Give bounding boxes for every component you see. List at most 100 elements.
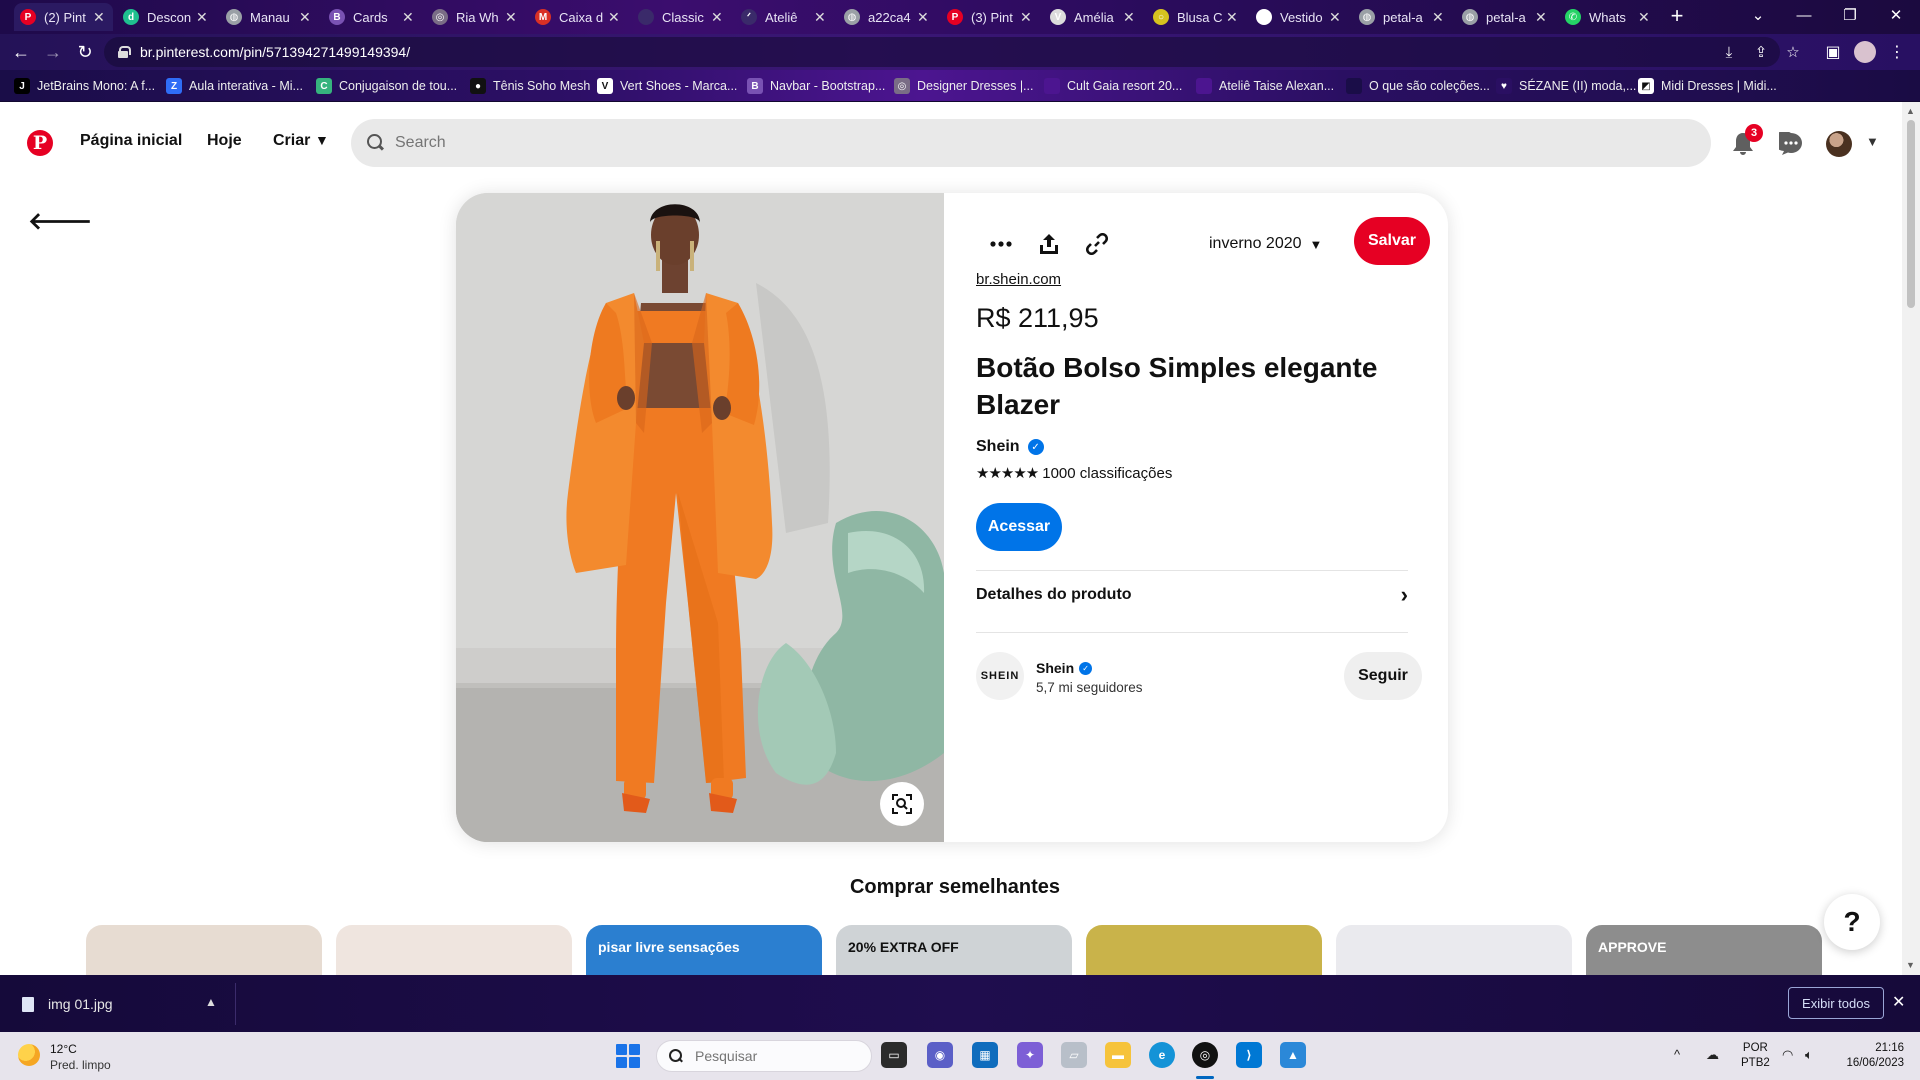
teams-chat-icon[interactable]: ◉ [927,1042,953,1068]
browser-tab[interactable]: P (2) Pint ✕ [14,3,113,31]
close-tab-icon[interactable]: ✕ [1226,9,1240,26]
back-button[interactable]: ← [8,39,34,65]
bookmark-item[interactable]: O que são coleções... [1346,76,1490,96]
scroll-thumb[interactable] [1907,120,1915,308]
app-icon[interactable]: ▱ [1061,1042,1087,1068]
browser-tab[interactable]: d Descon ✕ [117,3,216,31]
browser-tab[interactable]: ◍ Manau ✕ [220,3,319,31]
restore-button[interactable]: ❐ [1827,0,1873,30]
shop-similar-card[interactable] [336,925,572,975]
link-icon[interactable] [1080,227,1114,261]
chevron-up-icon[interactable]: ^ [1674,1047,1680,1062]
reload-button[interactable]: ↻ [72,39,98,65]
search-input[interactable] [395,134,1595,152]
bookmark-star-icon[interactable]: ☆ [1784,43,1802,61]
back-arrow-icon[interactable]: 🡐 [28,210,92,235]
bookmark-item[interactable]: V Vert Shoes - Marca... [597,76,737,96]
taskbar-search[interactable] [656,1040,872,1072]
close-tab-icon[interactable]: ✕ [196,9,210,26]
download-item[interactable]: img 01.jpg ▲ [0,983,236,1025]
weather-temperature[interactable]: 12°C [50,1042,77,1056]
scroll-down-icon[interactable]: ▼ [1906,960,1915,970]
windows-start-icon[interactable] [616,1044,640,1068]
task-view-icon[interactable]: ▭ [881,1042,907,1068]
browser-tab[interactable]: ◍ petal-a ✕ [1456,3,1555,31]
wifi-icon[interactable]: ◠ [1782,1047,1793,1063]
search-bar[interactable] [351,119,1711,167]
photos-icon[interactable]: ▲ [1280,1042,1306,1068]
close-tab-icon[interactable]: ✕ [711,9,725,26]
browser-tab[interactable]: ᐟ Ateliê ✕ [735,3,834,31]
bookmark-item[interactable]: ◎ Designer Dresses |... [894,76,1033,96]
share-upload-icon[interactable] [1032,227,1066,261]
file-explorer-icon[interactable]: ▬ [1105,1042,1131,1068]
user-avatar[interactable] [1826,131,1852,157]
shop-similar-card[interactable]: pisar livre sensações [586,925,822,975]
close-tab-icon[interactable]: ✕ [402,9,416,26]
browser-tab[interactable]: B Cards ✕ [323,3,422,31]
browser-tab[interactable]: P (3) Pint ✕ [941,3,1040,31]
pinterest-logo-icon[interactable]: P [27,130,53,156]
board-selector[interactable]: inverno 2020 ▼ [1209,230,1322,258]
nav-create[interactable]: Criar [273,132,310,150]
pin-image[interactable] [456,193,944,842]
close-tab-icon[interactable]: ✕ [917,9,931,26]
close-tab-icon[interactable]: ✕ [1535,9,1549,26]
taskbar-search-input[interactable] [695,1048,865,1064]
bookmark-item[interactable]: ● Tênis Soho Mesh [470,76,590,96]
minimize-button[interactable]: — [1781,0,1827,30]
product-details-row[interactable]: Detalhes do produto › [976,571,1408,619]
close-icon[interactable]: ✕ [1892,992,1905,1012]
onedrive-icon[interactable]: ☁ [1706,1047,1719,1063]
weather-description[interactable]: Pred. limpo [50,1058,111,1072]
source-domain-link[interactable]: br.shein.com [976,271,1061,288]
visit-button[interactable]: Acessar [976,503,1062,551]
browser-tab[interactable]: ◍ a22ca4 ✕ [838,3,937,31]
nav-today[interactable]: Hoje [207,132,242,150]
browser-tab[interactable]: ◩ Vestido ✕ [1250,3,1349,31]
browser-tab[interactable]: Classic ✕ [632,3,731,31]
chrome-icon[interactable]: ◎ [1192,1042,1218,1068]
bookmark-item[interactable]: Cult Gaia resort 20... [1044,76,1182,96]
bookmark-item[interactable]: B Navbar - Bootstrap... [747,76,885,96]
browser-tab[interactable]: ◎ Ria Wh ✕ [426,3,525,31]
browser-tab[interactable]: V Amélia ✕ [1044,3,1143,31]
help-button[interactable]: ? [1824,894,1880,950]
messages-icon[interactable] [1777,130,1805,158]
follow-button[interactable]: Seguir [1344,652,1422,700]
shop-similar-card[interactable] [1336,925,1572,975]
show-all-downloads-button[interactable]: Exibir todos [1788,987,1884,1019]
copilot-icon[interactable]: ✦ [1017,1042,1043,1068]
weather-icon[interactable] [18,1044,40,1066]
close-tab-icon[interactable]: ✕ [814,9,828,26]
close-tab-icon[interactable]: ✕ [608,9,622,26]
visual-search-button[interactable] [880,782,924,826]
close-tab-icon[interactable]: ✕ [1329,9,1343,26]
browser-tab[interactable]: M Caixa d ✕ [529,3,628,31]
volume-icon[interactable]: 🔈︎ [1805,1047,1813,1063]
shop-similar-card[interactable] [86,925,322,975]
store-icon[interactable]: ▦ [972,1042,998,1068]
creator-avatar[interactable]: SHEIN [976,652,1024,700]
close-tab-icon[interactable]: ✕ [299,9,313,26]
tab-search-icon[interactable]: ⌄ [1735,0,1781,30]
shop-similar-card[interactable] [1086,925,1322,975]
brand-name[interactable]: Shein [976,438,1020,456]
bookmark-item[interactable]: ◩ Midi Dresses | Midi... [1638,76,1777,96]
vscode-icon[interactable]: ⟩ [1236,1042,1262,1068]
close-tab-icon[interactable]: ✕ [1432,9,1446,26]
browser-tab[interactable]: ◍ petal-a ✕ [1353,3,1452,31]
page-scrollbar[interactable]: ▲ ▼ [1902,102,1920,975]
shop-similar-card[interactable]: APPROVE [1586,925,1822,975]
profile-avatar-icon[interactable] [1854,41,1876,63]
install-app-icon[interactable]: ⤓ [1720,43,1738,61]
edge-icon[interactable]: e [1149,1042,1175,1068]
close-tab-icon[interactable]: ✕ [1020,9,1034,26]
bookmark-item[interactable]: J JetBrains Mono: A f... [14,76,155,96]
side-panel-icon[interactable]: ▣ [1822,41,1844,63]
bookmark-item[interactable]: ♥ SÉZANE (II) moda,... [1496,76,1636,96]
bookmark-item[interactable]: Z Aula interativa - Mi... [166,76,303,96]
creator-name-line[interactable]: Shein ✓ [1036,660,1093,676]
chevron-up-icon[interactable]: ▲ [205,995,217,1009]
more-options-icon[interactable] [984,227,1018,261]
